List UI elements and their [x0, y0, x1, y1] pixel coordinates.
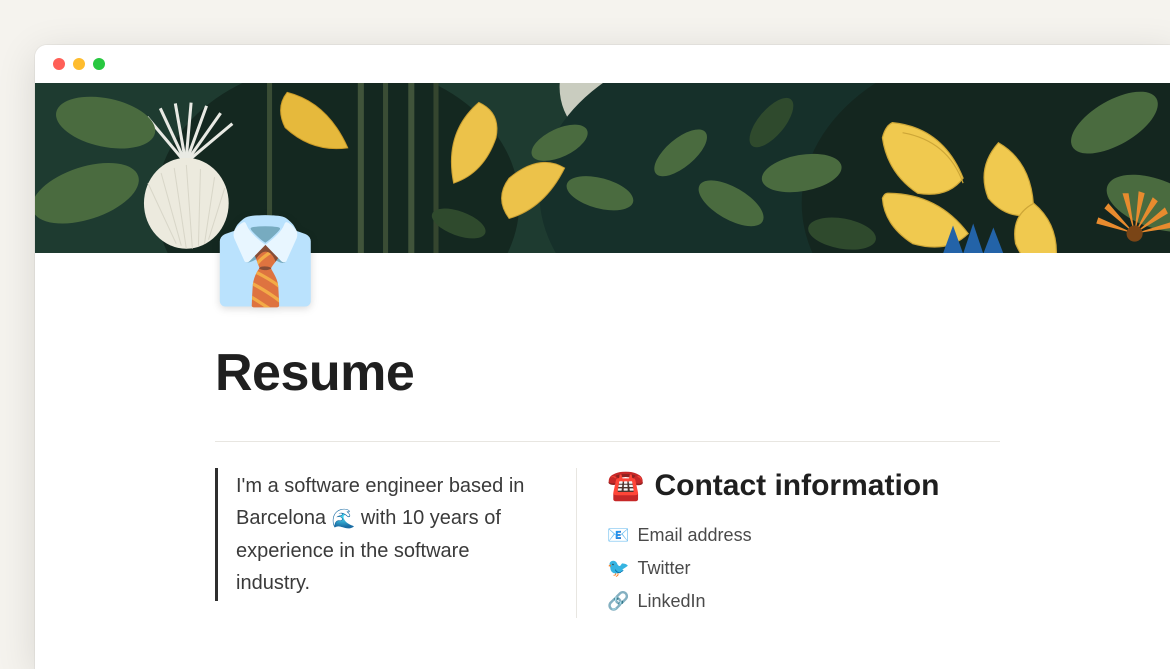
- page-title[interactable]: Resume: [215, 343, 1000, 403]
- email-icon: 📧: [607, 525, 629, 546]
- contact-column: ☎️ Contact information 📧 Email address 🐦…: [576, 468, 1000, 618]
- page-emoji-icon[interactable]: 👔: [213, 213, 309, 309]
- contact-item-email[interactable]: 📧 Email address: [607, 519, 1000, 552]
- bird-icon: 🐦: [607, 558, 629, 579]
- window-titlebar: [35, 45, 1170, 83]
- window-close-button[interactable]: [53, 58, 65, 70]
- page-content: Resume I'm a software engineer based in …: [35, 253, 1170, 618]
- contact-item-linkedin[interactable]: 🔗 LinkedIn: [607, 585, 1000, 618]
- cover-image[interactable]: [35, 83, 1170, 253]
- wave-icon: 🌊: [332, 509, 356, 530]
- window-minimize-button[interactable]: [73, 58, 85, 70]
- contact-list: 📧 Email address 🐦 Twitter 🔗 LinkedIn: [607, 519, 1000, 618]
- bio-column: I'm a software engineer based in Barcelo…: [215, 468, 576, 618]
- two-column-layout: I'm a software engineer based in Barcelo…: [215, 468, 1000, 618]
- contact-heading[interactable]: ☎️ Contact information: [607, 468, 1000, 503]
- link-icon: 🔗: [607, 591, 629, 612]
- contact-item-label: LinkedIn: [638, 591, 706, 612]
- telephone-icon: ☎️: [607, 468, 644, 503]
- app-window: 👔 Resume I'm a software engineer based i…: [35, 45, 1170, 669]
- contact-item-twitter[interactable]: 🐦 Twitter: [607, 552, 1000, 585]
- divider: [215, 441, 1000, 442]
- contact-heading-text: Contact information: [654, 469, 939, 503]
- contact-item-label: Email address: [638, 525, 752, 546]
- bio-quote-block[interactable]: I'm a software engineer based in Barcelo…: [215, 468, 546, 601]
- contact-item-label: Twitter: [638, 558, 691, 579]
- window-zoom-button[interactable]: [93, 58, 105, 70]
